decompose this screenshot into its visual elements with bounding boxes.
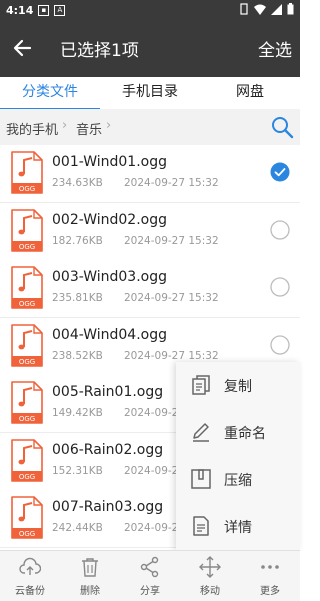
file-row[interactable]: OGG 002-Wind02.ogg 182.76KB 2024-09-27 15:3… [0, 202, 300, 261]
menu-item-copy[interactable]: 复制 [176, 362, 300, 409]
notification-icon: ▪ [38, 4, 50, 16]
menu-item-label: 详情 [224, 520, 252, 536]
file-size: 234.63KB [52, 177, 103, 189]
bottom-label: 云备份 [15, 586, 45, 597]
move-button[interactable]: 移动 [180, 551, 240, 601]
unchecked-circle-icon[interactable] [270, 219, 290, 240]
breadcrumb: 我的手机 › 音乐 › [0, 109, 300, 145]
chevron-right-icon: › [62, 118, 68, 133]
file-type-badge: OGG [19, 185, 35, 193]
file-size: 149.42KB [52, 407, 103, 419]
file-type-badge: OGG [19, 358, 35, 366]
file-date: 2024-09-27 15:32 [124, 234, 219, 247]
app-bar: 已选择1项 全选 [0, 20, 300, 77]
menu-item-label: 复制 [224, 379, 252, 395]
audio-file-icon: OGG [11, 151, 43, 194]
delete-button[interactable]: 删除 [60, 551, 120, 601]
bottom-label: 删除 [80, 586, 100, 597]
file-row[interactable]: OGG 003-Wind03.ogg 235.81KB 2024-09-27 15:3… [0, 260, 300, 318]
search-icon[interactable] [270, 115, 294, 139]
more-dots-icon [261, 565, 279, 569]
tab-categorized-files[interactable]: 分类文件 [0, 77, 100, 110]
a-icon: A [54, 4, 66, 16]
file-date: 2024-09-27 15:32 [124, 292, 219, 304]
details-icon [193, 516, 209, 536]
file-name: 004-Wind04.ogg [52, 326, 167, 343]
trash-icon [82, 558, 98, 577]
share-icon [140, 556, 159, 578]
context-menu: 复制 重命名 压缩 详情 [176, 362, 300, 550]
bottom-action-bar: 云备份 删除 分享 移动 更多 [0, 550, 300, 601]
file-meta: 182.76KB 2024-09-27 15:32 [52, 235, 219, 247]
menu-item-label: 重命名 [224, 426, 266, 442]
bottom-label: 移动 [200, 586, 220, 597]
tab-cloud-drive[interactable]: 网盘 [200, 77, 300, 109]
file-name: 007-Rain03.ogg [52, 499, 164, 515]
file-name: 006-Rain02.ogg [52, 441, 164, 458]
edit-icon [193, 423, 209, 442]
page-title: 已选择1项 [60, 41, 139, 61]
bottom-label: 分享 [140, 586, 160, 597]
cloud-backup-button[interactable]: 云备份 [0, 551, 60, 601]
chevron-right-icon: › [106, 118, 112, 133]
file-size: 242.44KB [52, 522, 103, 534]
select-all-button[interactable]: 全选 [258, 36, 292, 61]
cloud-upload-icon [19, 557, 41, 575]
file-size: 152.31KB [52, 464, 103, 477]
file-type-badge: OGG [19, 473, 35, 481]
breadcrumb-my-phone[interactable]: 我的手机 [6, 119, 58, 138]
audio-file-icon: OGG [11, 381, 43, 424]
unchecked-circle-icon[interactable] [270, 277, 290, 297]
file-type-badge: OGG [19, 300, 35, 308]
menu-item-details[interactable]: 详情 [176, 503, 300, 550]
file-type-badge: OGG [19, 530, 35, 538]
menu-item-rename[interactable]: 重命名 [176, 409, 300, 456]
menu-item-compress[interactable]: 压缩 [176, 456, 300, 503]
audio-file-icon: OGG [11, 208, 43, 252]
more-button[interactable]: 更多 [240, 551, 300, 601]
audio-file-icon: OGG [11, 323, 43, 367]
file-size: 182.76KB [52, 234, 103, 247]
status-icons [239, 3, 294, 15]
file-meta: 234.63KB 2024-09-27 15:32 [52, 177, 219, 189]
move-arrows-icon [199, 556, 221, 578]
audio-file-icon: OGG [11, 438, 43, 482]
file-row[interactable]: OGG 001-Wind01.ogg 234.63KB 2024-09-27 15:3… [0, 145, 300, 203]
file-date: 2024-09-27 15:32 [124, 177, 219, 189]
file-name: 003-Wind03.ogg [52, 269, 167, 285]
wifi-icon [254, 4, 266, 15]
copy-icon [192, 375, 210, 395]
breadcrumb-music[interactable]: 音乐 [76, 119, 102, 138]
bottom-label: 更多 [260, 586, 280, 597]
file-type-badge: OGG [19, 415, 35, 423]
battery-icon [287, 3, 294, 15]
file-type-badge: OGG [19, 243, 35, 251]
menu-item-label: 压缩 [224, 473, 252, 489]
category-tabs: 分类文件 手机目录 网盘 [0, 77, 300, 110]
file-date: 2024-09-27 15:32 [124, 349, 219, 362]
audio-file-icon: OGG [11, 266, 43, 309]
file-name: 001-Wind01.ogg [52, 154, 167, 170]
file-name: 002-Wind02.ogg [52, 211, 167, 228]
tab-phone-directory[interactable]: 手机目录 [100, 77, 200, 109]
status-bar: 4:14 ▪ A [0, 0, 300, 20]
status-time: 4:14 [6, 3, 34, 17]
unchecked-circle-icon[interactable] [270, 334, 290, 355]
file-size: 238.52KB [52, 349, 103, 362]
file-meta: 235.81KB 2024-09-27 15:32 [52, 292, 219, 304]
checked-circle-icon[interactable] [270, 162, 290, 182]
share-button[interactable]: 分享 [120, 551, 180, 601]
audio-file-icon: OGG [11, 496, 43, 539]
file-meta: 238.52KB 2024-09-27 15:32 [52, 350, 219, 362]
compress-icon [191, 469, 211, 489]
file-size: 235.81KB [52, 292, 103, 304]
back-arrow-icon[interactable] [10, 35, 36, 61]
signal-icon [271, 3, 282, 15]
vibrate-icon [240, 3, 248, 15]
file-name: 005-Rain01.ogg [52, 384, 164, 400]
